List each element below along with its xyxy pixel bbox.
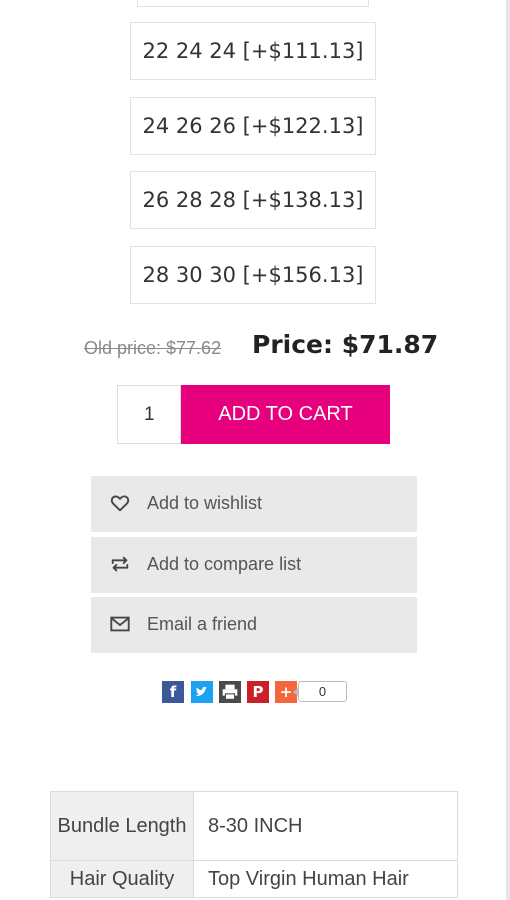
spec-value: 8-30 INCH — [193, 791, 458, 861]
email-friend-label: Email a friend — [147, 614, 258, 634]
print-icon[interactable] — [219, 681, 241, 703]
twitter-icon[interactable] — [191, 681, 213, 703]
add-to-cart-button[interactable]: ADD TO CART — [181, 385, 390, 444]
heart-icon — [110, 495, 130, 512]
option-label: 22 24 24 [+$111.13] — [142, 39, 364, 63]
option-button[interactable]: 22 24 24 [+$111.13] — [130, 22, 376, 80]
add-to-compare-button[interactable]: Add to compare list — [91, 537, 417, 593]
email-friend-button[interactable]: Email a friend — [91, 597, 417, 653]
spec-name: Hair Quality — [50, 860, 194, 898]
add-to-wishlist-button[interactable]: Add to wishlist — [91, 476, 417, 532]
specifications-table: Bundle Length 8-30 INCH Hair Quality Top… — [50, 791, 458, 898]
old-price: Old price: $77.62 — [84, 338, 222, 358]
price-row: Old price: $77.62 Price: $71.87 — [0, 328, 510, 364]
option-button[interactable]: 24 26 26 [+$122.13] — [130, 97, 376, 155]
facebook-icon[interactable]: f — [162, 681, 184, 703]
option-button-partial[interactable] — [137, 0, 369, 7]
pinterest-icon[interactable]: P — [247, 681, 269, 703]
option-label: 26 28 28 [+$138.13] — [142, 188, 364, 212]
compare-label: Add to compare list — [147, 554, 302, 574]
option-label: 28 30 30 [+$156.13] — [142, 263, 364, 287]
quantity-input[interactable] — [117, 385, 181, 444]
table-row: Hair Quality Top Virgin Human Hair — [50, 860, 458, 898]
option-button[interactable]: 26 28 28 [+$138.13] — [130, 171, 376, 229]
option-button[interactable]: 28 30 30 [+$156.13] — [130, 246, 376, 304]
share-count: 0 — [293, 681, 347, 702]
wishlist-label: Add to wishlist — [147, 493, 263, 513]
scrollbar-edge — [506, 0, 510, 900]
option-label: 24 26 26 [+$122.13] — [142, 114, 364, 138]
current-price: Price: $71.87 — [252, 330, 439, 359]
compare-icon — [111, 556, 129, 572]
table-row: Bundle Length 8-30 INCH — [50, 791, 458, 861]
envelope-icon — [110, 616, 130, 632]
spec-value: Top Virgin Human Hair — [193, 860, 458, 898]
spec-name: Bundle Length — [50, 791, 194, 861]
